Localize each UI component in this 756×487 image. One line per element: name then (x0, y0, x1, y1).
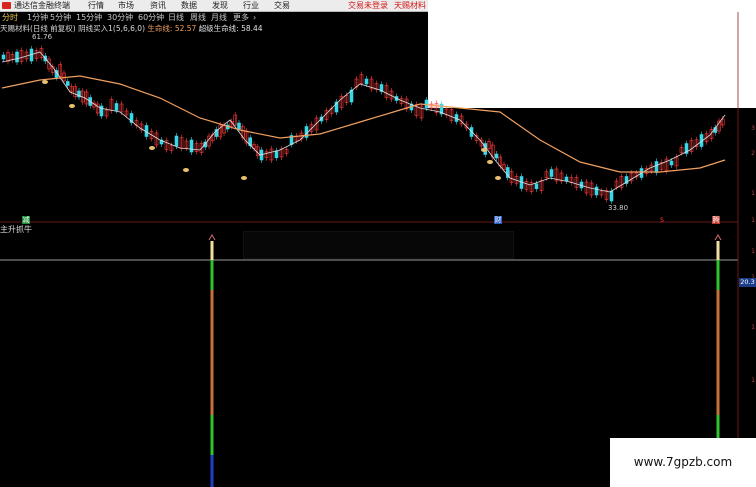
axis-tick: 3 (751, 125, 755, 132)
buy-marker-icon (241, 176, 247, 180)
lifeline-curve (1, 75, 726, 173)
axis-tick: 1 (751, 324, 755, 331)
axis-tick: 1 (751, 248, 755, 255)
candle-body (15, 51, 19, 63)
buy-marker-icon (149, 146, 155, 150)
candle-body (534, 183, 539, 190)
candle-body (609, 190, 614, 202)
candle-body (189, 139, 194, 153)
candle-body (114, 103, 119, 111)
axis-tick: 2 (751, 150, 755, 157)
buy-marker-icon (42, 80, 48, 84)
candle-body (494, 153, 499, 159)
candle-body (364, 78, 369, 85)
arrow-up-icon (714, 234, 722, 241)
buy-marker-icon (495, 176, 501, 180)
arrow-up-icon (208, 234, 216, 241)
buy-marker-icon (183, 168, 189, 172)
axis-tick: 1 (751, 217, 755, 224)
candle-body (564, 176, 569, 182)
buy-marker-icon (487, 160, 493, 164)
sub-indicator-label: 主升抓牛 (0, 225, 32, 234)
candle-body (237, 122, 241, 130)
candle-body (99, 105, 104, 117)
right-axis: 3 2 1 1 1 1 1 1 (738, 12, 756, 487)
candle-body (274, 150, 279, 159)
candle-body (654, 161, 659, 173)
candle-body (594, 186, 599, 196)
candle-body (669, 160, 674, 166)
buy-marker-icon (69, 104, 75, 108)
watermark: www.7gpzb.com (610, 438, 756, 487)
event-tag-dollar[interactable]: $ (658, 216, 666, 224)
candle-body (174, 135, 179, 147)
low-price-label: 33.80 (608, 204, 629, 212)
buy-marker-icon (481, 148, 487, 152)
event-tag-teng[interactable]: 腾 (712, 216, 720, 224)
axis-tick: 1 (751, 377, 755, 384)
high-price-label: 61.76 (32, 33, 53, 41)
event-tag-reduce[interactable]: 减 (22, 216, 30, 224)
candle-body (1, 54, 6, 60)
sub-info-box (243, 231, 514, 259)
event-tag-finance[interactable]: 财 (494, 216, 502, 224)
candle-body (65, 81, 70, 86)
ref-value-badge: 20.3 (739, 278, 756, 287)
axis-tick: 1 (751, 190, 755, 197)
candle-body (549, 169, 554, 177)
